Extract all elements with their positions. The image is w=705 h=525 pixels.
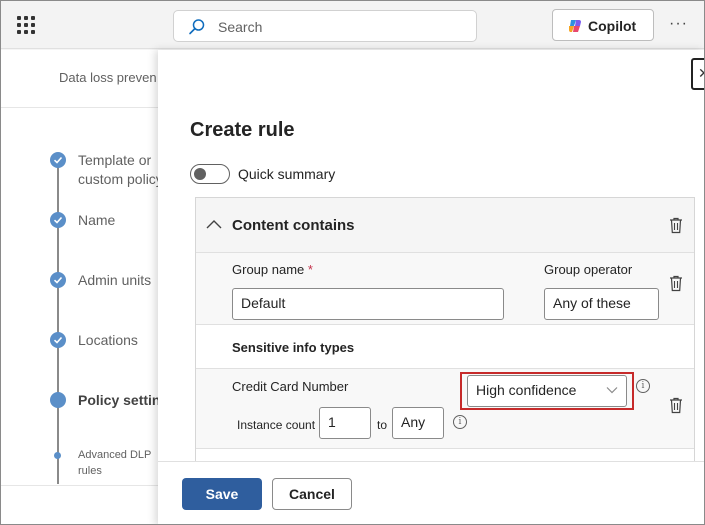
- step-label-line: Template or: [78, 152, 152, 168]
- divider: [1, 107, 161, 108]
- group-operator-label: Group operator: [544, 262, 633, 277]
- delete-sit-icon[interactable]: [669, 397, 683, 414]
- step-name-label[interactable]: Name: [78, 211, 115, 230]
- step-current-icon: [50, 392, 66, 408]
- step-admin-units-label[interactable]: Admin units: [78, 271, 151, 290]
- search-box[interactable]: Search: [173, 10, 477, 42]
- sit-heading: Sensitive info types: [232, 340, 355, 355]
- step-complete-icon: [50, 152, 66, 168]
- required-marker: *: [307, 262, 313, 277]
- app-launcher-icon[interactable]: [17, 16, 35, 34]
- close-panel-button[interactable]: ✕: [691, 58, 704, 90]
- condition-heading: Content contains: [232, 217, 355, 234]
- instance-count-label: Instance count: [237, 418, 316, 432]
- close-icon: ✕: [698, 65, 704, 82]
- confidence-value: High confidence: [476, 382, 577, 398]
- step-template-label[interactable]: Template or custom policy: [78, 151, 163, 189]
- more-options-icon[interactable]: ···: [669, 15, 688, 33]
- divider: [1, 485, 161, 486]
- search-icon: [189, 19, 205, 35]
- instance-info-icon[interactable]: i: [453, 415, 467, 429]
- delete-condition-icon[interactable]: [669, 217, 683, 234]
- step-complete-icon: [50, 272, 66, 288]
- step-label-line: custom policy: [78, 171, 163, 187]
- top-bar: Search Copilot ···: [1, 1, 704, 49]
- search-placeholder: Search: [218, 19, 263, 35]
- step-complete-icon: [50, 332, 66, 348]
- condition-header[interactable]: Content contains: [196, 198, 694, 253]
- group-settings: Group name * Default Group operator Any …: [196, 253, 694, 325]
- condition-card: Content contains Group name * Default Gr…: [195, 197, 695, 462]
- sit-item-row: Credit Card Number High confidence i Ins…: [196, 369, 694, 449]
- copilot-button[interactable]: Copilot: [552, 9, 654, 41]
- quick-summary-toggle[interactable]: [190, 164, 230, 184]
- group-operator-dropdown[interactable]: Any of these: [544, 288, 659, 320]
- step-label-line: Advanced DLP: [78, 449, 152, 461]
- step-advanced-dlp-label[interactable]: Advanced DLP rules: [78, 447, 151, 479]
- panel-footer: Save Cancel: [158, 461, 704, 524]
- group-name-input[interactable]: Default: [232, 288, 504, 320]
- panel-title: Create rule: [190, 119, 295, 141]
- step-complete-icon: [50, 212, 66, 228]
- chevron-down-icon: [606, 387, 618, 394]
- instance-to-label: to: [377, 418, 388, 432]
- instance-max-value: Any: [401, 414, 426, 430]
- group-operator-value: Any of these: [553, 295, 631, 311]
- copilot-icon: [568, 20, 581, 32]
- toggle-knob: [194, 168, 206, 180]
- instance-max-input[interactable]: Any: [392, 407, 444, 439]
- progress-line: [57, 162, 59, 484]
- instance-min-input[interactable]: 1: [319, 407, 371, 439]
- copilot-label: Copilot: [588, 18, 637, 34]
- group-name-value: Default: [241, 295, 286, 311]
- step-locations-label[interactable]: Locations: [78, 331, 138, 350]
- confidence-dropdown[interactable]: High confidence: [467, 375, 627, 407]
- save-button[interactable]: Save: [182, 478, 262, 510]
- step-label-line: rules: [78, 465, 102, 477]
- chevron-up-icon[interactable]: [206, 219, 222, 229]
- wizard-background: Data loss preven Template or custom poli…: [1, 50, 177, 524]
- app-window: Search Copilot ··· Data loss preven Temp…: [0, 0, 705, 525]
- breadcrumb: Data loss preven: [59, 70, 157, 85]
- substep-icon: [54, 452, 61, 459]
- group-name-label-text: Group name: [232, 262, 305, 277]
- confidence-info-icon[interactable]: i: [636, 379, 650, 393]
- group-name-label: Group name *: [232, 262, 313, 277]
- delete-group-icon[interactable]: [669, 275, 683, 292]
- sit-name: Credit Card Number: [232, 379, 349, 394]
- instance-min-value: 1: [328, 414, 336, 430]
- quick-summary-label: Quick summary: [238, 166, 336, 182]
- cancel-button[interactable]: Cancel: [272, 478, 352, 510]
- create-rule-panel: ✕ Create rule Quick summary Content cont…: [158, 50, 704, 524]
- sensitive-info-types-header: Sensitive info types: [196, 325, 694, 369]
